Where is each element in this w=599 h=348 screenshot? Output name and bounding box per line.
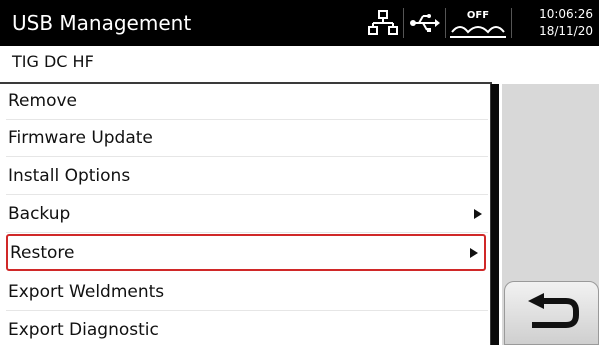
menu-item-label: Firmware Update: [8, 128, 153, 148]
scrollbar[interactable]: [491, 84, 499, 345]
menu-item-firmware-update[interactable]: Firmware Update: [6, 120, 488, 157]
menu-item-label: Restore: [10, 242, 75, 263]
menu-item-restore[interactable]: Restore: [6, 234, 486, 271]
usb-icon: [406, 0, 444, 46]
menu-item-remove[interactable]: Remove: [6, 83, 488, 120]
menu-item-label: Export Diagnostic: [8, 319, 159, 340]
back-arrow-icon: [527, 293, 579, 328]
submenu-arrow-icon: [474, 209, 482, 219]
back-button[interactable]: [504, 281, 599, 345]
time: 10:06:26: [539, 7, 593, 21]
clock: 10:06:26 18/11/20: [523, 6, 593, 40]
menu-item-label: Export Weldments: [8, 282, 165, 302]
menu-item-backup[interactable]: Backup: [6, 196, 488, 233]
date: 18/11/20: [539, 24, 593, 38]
menu-item-export-diagnostic[interactable]: Export Diagnostic: [6, 311, 488, 348]
submenu-arrow-icon: [470, 247, 478, 258]
network-icon: [366, 0, 400, 46]
menu-item-label: Install Options: [8, 166, 131, 186]
divider: [511, 8, 512, 38]
menu-item-label: Backup: [8, 204, 71, 224]
title-bar: USB Management OFF 10:06:26 18/11/20: [0, 0, 599, 46]
menu-item-install-options[interactable]: Install Options: [6, 158, 488, 195]
wire-feed-off-icon: OFF: [446, 2, 510, 44]
divider: [403, 8, 404, 38]
page-title: USB Management: [12, 11, 192, 35]
menu-item-label: Remove: [8, 91, 77, 111]
menu-item-export-weldments[interactable]: Export Weldments: [6, 274, 488, 311]
process-mode: TIG DC HF: [12, 52, 94, 71]
